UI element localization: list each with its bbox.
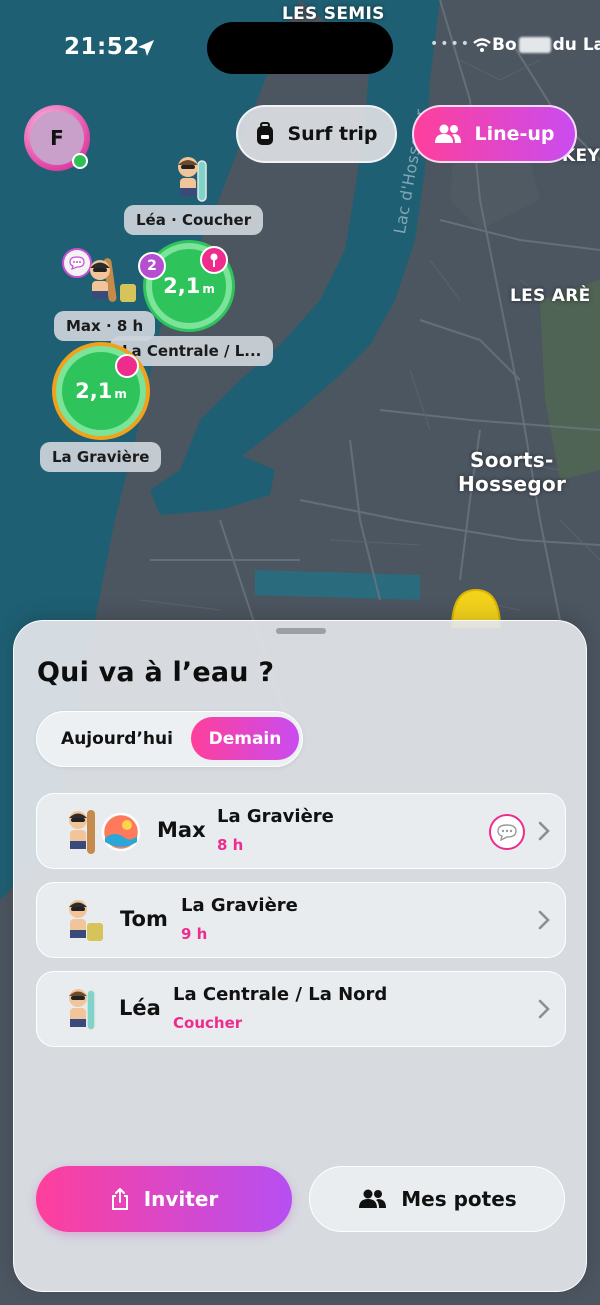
surf-trip-label: Surf trip (287, 123, 378, 145)
status-time: 21:52 (64, 34, 140, 60)
spot-unit: m (114, 387, 127, 401)
lineup-button[interactable]: Line-up (412, 105, 577, 163)
invite-label: Inviter (143, 1187, 219, 1211)
list-item-max[interactable]: Max La Gravière 8 h (36, 793, 566, 869)
day-toggle[interactable]: Aujourd’hui Demain (36, 711, 303, 767)
spot-value: 2,1 (163, 274, 201, 298)
carrier-blurred (518, 37, 551, 53)
my-friends-button[interactable]: Mes potes (309, 1166, 565, 1232)
row-person-name: Léa (119, 996, 161, 1020)
spot-value: 2,1 (75, 379, 113, 403)
chevron-right-icon (538, 821, 550, 841)
status-carrier: Bo du La (472, 35, 600, 55)
status-dots: •••• (430, 36, 472, 52)
map-label-les-arenes: LES ARÈ (510, 286, 591, 306)
lea-avatar-icon (69, 989, 96, 1031)
carrier-prefix: Bo (492, 35, 517, 55)
tom-avatar-icon (69, 900, 103, 941)
sheet-drag-handle[interactable] (276, 628, 326, 634)
people-icon (359, 1189, 387, 1208)
surf-badge-icon (101, 812, 141, 852)
map-label-les-semis: LES SEMIS (282, 4, 385, 24)
row-spot-name: La Centrale / La Nord (173, 984, 388, 1005)
map-tag-graviere[interactable]: La Gravière (40, 442, 162, 472)
map-label-town-line2: Hossegor (458, 472, 567, 496)
dynamic-island (207, 22, 393, 74)
map-tag-lea[interactable]: Léa · Coucher (124, 205, 264, 235)
share-icon (111, 1188, 128, 1210)
lineup-label: Line-up (474, 123, 555, 145)
spot-unit: m (202, 282, 215, 296)
people-icon (435, 124, 462, 143)
message-button[interactable] (489, 814, 525, 850)
tab-tomorrow[interactable]: Demain (191, 717, 299, 760)
wifi-icon (473, 38, 491, 52)
carrier-suffix: du La (552, 35, 600, 55)
list-item-lea[interactable]: Léa La Centrale / La Nord Coucher (36, 971, 566, 1047)
online-status-dot (72, 153, 88, 169)
max-avatar-icon (69, 810, 95, 854)
row-time: Coucher (173, 1014, 243, 1032)
pin-icon (115, 354, 139, 378)
row-spot-name: La Gravière (181, 895, 298, 916)
location-arrow-icon (138, 40, 154, 56)
max-surfer-avatar-icon[interactable] (84, 254, 140, 306)
bottom-sheet[interactable]: Qui va à l’eau ? Aujourd’hui Demain Max … (13, 620, 587, 1292)
map-label-town-line1: Soorts- (470, 448, 554, 472)
tab-today[interactable]: Aujourd’hui (47, 712, 187, 766)
invite-button[interactable]: Inviter (36, 1166, 292, 1232)
my-friends-label: Mes potes (401, 1187, 517, 1211)
lea-surfer-avatar-icon[interactable] (172, 155, 212, 203)
list-item-tom[interactable]: Tom La Gravière 9 h (36, 882, 566, 958)
pin-icon (200, 246, 228, 274)
row-person-name: Max (157, 818, 206, 842)
chevron-right-icon (538, 999, 550, 1019)
row-spot-name: La Gravière (217, 806, 334, 827)
sheet-title: Qui va à l’eau ? (37, 657, 275, 688)
chevron-right-icon (538, 910, 550, 930)
spot-count-badge: 2 (138, 252, 166, 280)
surf-trip-button[interactable]: Surf trip (236, 105, 397, 163)
row-time: 9 h (181, 925, 208, 943)
backpack-icon (257, 122, 274, 145)
chat-bubble-icon (497, 823, 517, 841)
row-person-name: Tom (120, 907, 168, 931)
row-time: 8 h (217, 836, 244, 854)
